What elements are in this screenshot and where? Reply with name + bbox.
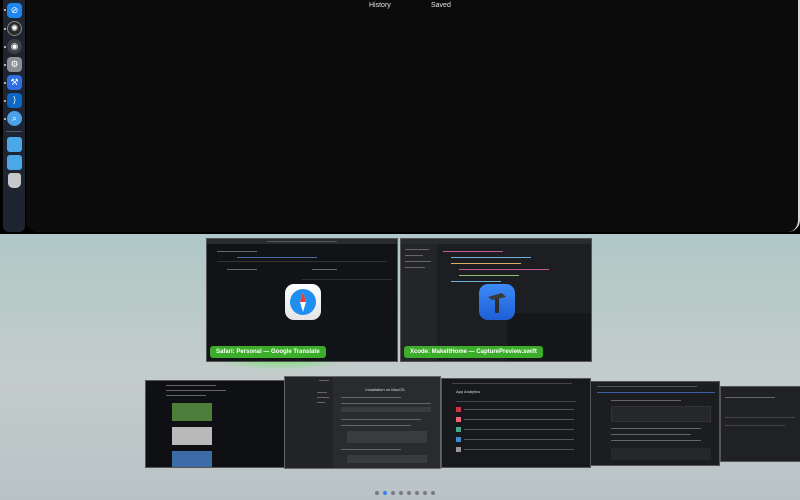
running-indicator [4,118,6,120]
running-indicator [4,9,6,11]
analytics-title: App Analytics [456,389,481,394]
trash-icon[interactable] [8,173,21,188]
safari-icon [285,284,321,320]
page-dot[interactable] [431,491,435,495]
running-indicator [4,64,6,66]
running-indicator [4,28,6,30]
window-xcode[interactable]: Xcode: MakeItHome — CapturePreview.swift [400,238,592,362]
finder-search-icon[interactable]: ⌕ [7,111,22,126]
dock: ⊘ ✺ ◉ ⚙ ⚒ ⟩ ⌕ [3,0,25,232]
chrome-icon[interactable]: ◉ [7,39,22,54]
dock-divider [6,131,22,132]
doc-title: Installation on MacOS [365,387,405,392]
tab-history[interactable]: History [369,2,391,9]
page-indicator[interactable] [375,491,435,495]
window-browser-images[interactable] [145,380,285,468]
folder-icon[interactable] [7,137,22,152]
running-indicator [4,100,6,102]
window-docs[interactable]: Installation on MacOS [284,376,441,469]
window-safari[interactable]: Safari: Personal — Google Translate [206,238,398,362]
folder-icon[interactable] [7,155,22,170]
top-window-content [26,0,800,232]
xcode-icon [479,284,515,320]
window-partial[interactable] [720,386,800,462]
window-label: Safari: Personal — Google Translate [210,346,326,358]
page-dot[interactable] [407,491,411,495]
page-dot-active[interactable] [383,491,387,495]
xcode-icon[interactable]: ⚒ [7,75,22,90]
running-indicator [4,46,6,48]
window-issue-tracker[interactable] [590,381,720,466]
chatgpt-icon[interactable]: ✺ [7,21,22,36]
running-indicator [4,82,6,84]
page-dot[interactable] [423,491,427,495]
settings-icon[interactable]: ⚙ [7,57,22,72]
tab-saved[interactable]: Saved [431,2,451,9]
page-dot[interactable] [375,491,379,495]
page-dot[interactable] [415,491,419,495]
top-window[interactable]: History Saved [0,0,800,234]
page-dot[interactable] [399,491,403,495]
window-app-analytics[interactable]: App Analytics [441,378,591,468]
safari-icon[interactable]: ⊘ [7,3,22,18]
window-label: Xcode: MakeItHome — CapturePreview.swift [404,346,543,358]
vscode-icon[interactable]: ⟩ [7,93,22,108]
page-dot[interactable] [391,491,395,495]
